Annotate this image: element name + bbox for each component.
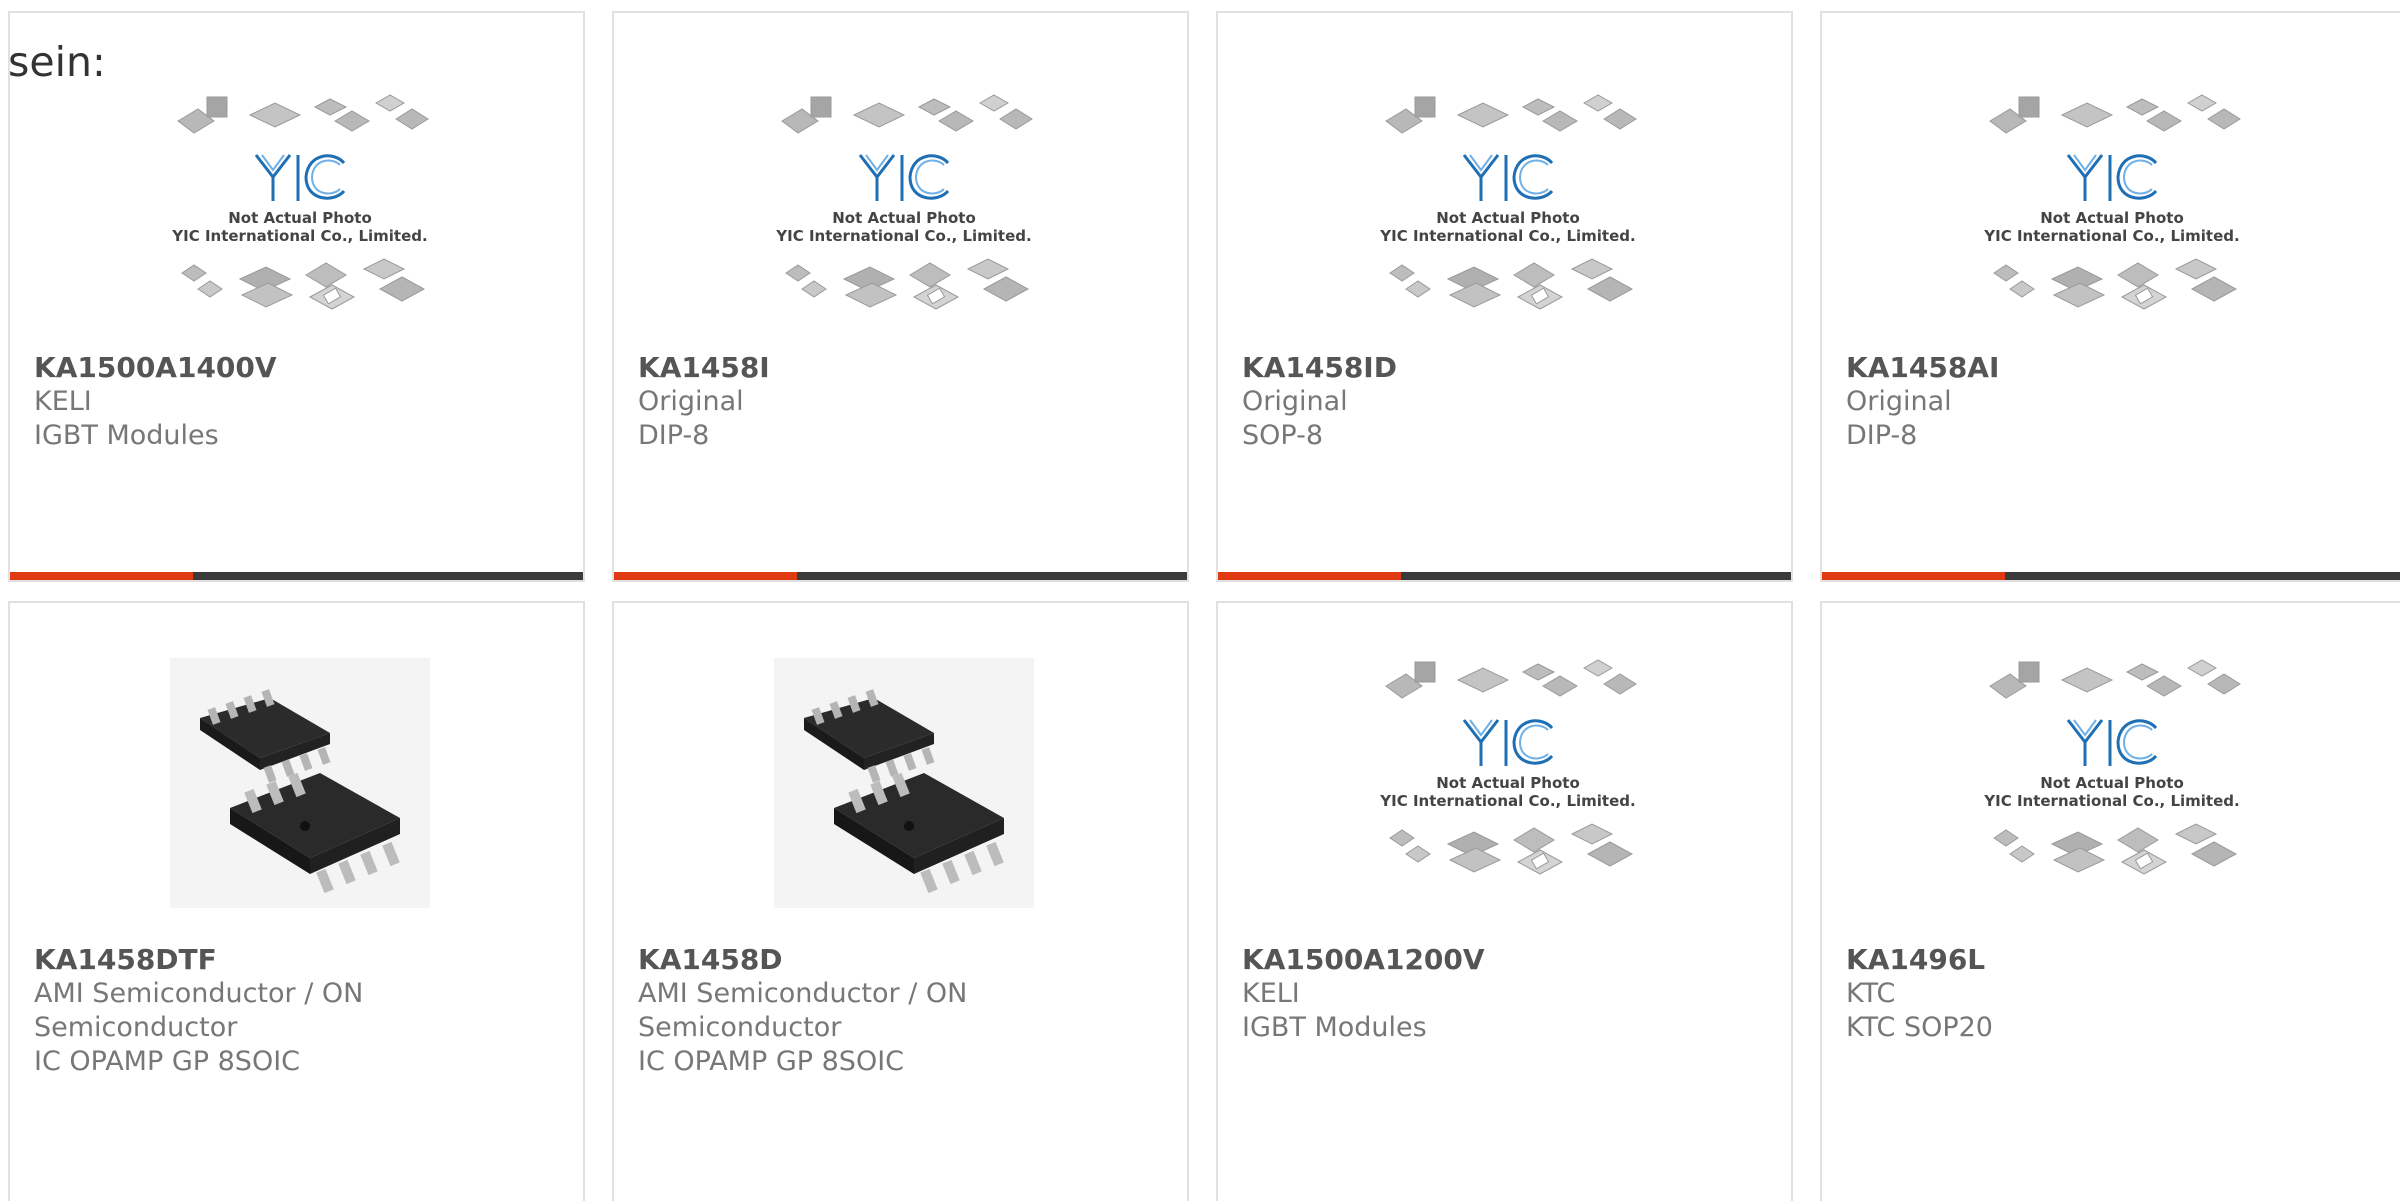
manufacturer: Original	[638, 386, 744, 417]
part-number-link[interactable]: KA1458ID	[1242, 351, 1771, 385]
placeholder-image-graphic: Not Actual Photo YIC International Co., …	[1983, 659, 2241, 875]
manufacturer: KELI	[34, 386, 92, 417]
placeholder-image-graphic: Not Actual Photo YIC International Co., …	[1379, 94, 1637, 310]
product-card[interactable]: Not Actual Photo YIC International Co., …	[1820, 601, 2400, 1201]
yic-logo	[1462, 154, 1554, 201]
card-bar-accent	[614, 572, 797, 580]
chip-icons-bottom	[1993, 823, 2238, 875]
chip-icons-top	[177, 94, 429, 134]
part-number-link[interactable]: KA1458I	[638, 351, 1167, 385]
product-photo-soic[interactable]	[170, 658, 430, 908]
product-placeholder-image[interactable]: Not Actual Photo YIC International Co., …	[1378, 658, 1638, 908]
placeholder-image-graphic: Not Actual Photo YIC International Co., …	[1983, 94, 2241, 310]
manufacturer: AMI Semiconductor / ON	[638, 978, 968, 1009]
placeholder-image-graphic: Not Actual Photo YIC International Co., …	[775, 94, 1033, 310]
chip-icons-top	[1385, 94, 1637, 134]
manufacturer-cont: Semiconductor	[34, 1012, 238, 1043]
part-number-link[interactable]: KA1500A1400V	[34, 351, 563, 385]
card-bar	[1822, 572, 2400, 580]
chip-icons-bottom	[785, 258, 1030, 310]
card-bar	[614, 572, 1187, 580]
placeholder-caption-2: YIC International Co., Limited.	[1379, 227, 1635, 245]
description: IC OPAMP GP 8SOIC	[638, 1046, 905, 1077]
manufacturer: KELI	[1242, 978, 1300, 1009]
product-card[interactable]: Not Actual Photo YIC International Co., …	[612, 11, 1189, 582]
product-placeholder-image[interactable]: Not Actual Photo YIC International Co., …	[1982, 658, 2242, 908]
part-number-link[interactable]: KA1496L	[1846, 943, 2380, 977]
manufacturer: Original	[1242, 386, 1348, 417]
placeholder-caption-1: Not Actual Photo	[2040, 209, 2184, 227]
placeholder-image-graphic: Not Actual Photo YIC International Co., …	[1379, 659, 1637, 875]
yic-logo	[858, 154, 950, 201]
product-placeholder-image[interactable]: Not Actual Photo YIC International Co., …	[1982, 93, 2242, 343]
description: IC OPAMP GP 8SOIC	[34, 1046, 301, 1077]
package: DIP-8	[1846, 420, 1918, 451]
intro-text: sein:	[8, 38, 106, 86]
chip-icons-bottom	[1389, 823, 1634, 875]
part-number-link[interactable]: KA1500A1200V	[1242, 943, 1771, 977]
part-number-link[interactable]: KA1458D	[638, 943, 1167, 977]
part-number-link[interactable]: KA1458DTF	[34, 943, 563, 977]
yic-logo	[1462, 719, 1554, 766]
soic-chip-photo	[774, 658, 1034, 908]
placeholder-caption-1: Not Actual Photo	[228, 209, 372, 227]
product-placeholder-image[interactable]: Not Actual Photo YIC International Co., …	[774, 93, 1034, 343]
yic-logo	[2066, 719, 2158, 766]
placeholder-caption-1: Not Actual Photo	[832, 209, 976, 227]
placeholder-caption-2: YIC International Co., Limited.	[171, 227, 427, 245]
package: KTC SOP20	[1846, 1012, 1993, 1043]
chip-icons-top	[1989, 94, 2241, 134]
yic-logo	[254, 154, 346, 201]
chip-icons-bottom	[1993, 258, 2238, 310]
manufacturer: AMI Semiconductor / ON	[34, 978, 364, 1009]
card-bar	[10, 572, 583, 580]
product-card[interactable]: KA1458DTF AMI Semiconductor / ON Semicon…	[8, 601, 585, 1201]
product-card[interactable]: KA1458D AMI Semiconductor / ON Semicondu…	[612, 601, 1189, 1201]
chip-icons-top	[781, 94, 1033, 134]
manufacturer: Original	[1846, 386, 1952, 417]
chip-icons-top	[1989, 659, 2241, 699]
product-placeholder-image[interactable]: Not Actual Photo YIC International Co., …	[170, 93, 430, 343]
product-card[interactable]: Not Actual Photo YIC International Co., …	[8, 11, 585, 582]
chip-icons-bottom	[1389, 258, 1634, 310]
card-bar-accent	[1218, 572, 1401, 580]
placeholder-caption-2: YIC International Co., Limited.	[1983, 792, 2239, 810]
manufacturer-cont: Semiconductor	[638, 1012, 842, 1043]
placeholder-caption-2: YIC International Co., Limited.	[775, 227, 1031, 245]
placeholder-image-graphic: Not Actual Photo YIC International Co., …	[171, 94, 429, 310]
chip-icons-bottom	[181, 258, 426, 310]
product-placeholder-image[interactable]: Not Actual Photo YIC International Co., …	[1378, 93, 1638, 343]
product-card[interactable]: Not Actual Photo YIC International Co., …	[1216, 11, 1793, 582]
product-card[interactable]: Not Actual Photo YIC International Co., …	[1216, 601, 1793, 1201]
placeholder-caption-1: Not Actual Photo	[1436, 774, 1580, 792]
package: DIP-8	[638, 420, 710, 451]
manufacturer: KTC	[1846, 978, 1896, 1009]
chip-icons-top	[1385, 659, 1637, 699]
product-photo-soic[interactable]	[774, 658, 1034, 908]
package: SOP-8	[1242, 420, 1323, 451]
placeholder-caption-2: YIC International Co., Limited.	[1983, 227, 2239, 245]
card-bar	[1218, 572, 1791, 580]
placeholder-caption-1: Not Actual Photo	[2040, 774, 2184, 792]
product-grid: Not Actual Photo YIC International Co., …	[0, 0, 2400, 1201]
part-number-link[interactable]: KA1458AI	[1846, 351, 2380, 385]
card-bar-accent	[1822, 572, 2005, 580]
placeholder-caption-1: Not Actual Photo	[1436, 209, 1580, 227]
placeholder-caption-2: YIC International Co., Limited.	[1379, 792, 1635, 810]
soic-chip-photo	[170, 658, 430, 908]
product-card[interactable]: Not Actual Photo YIC International Co., …	[1820, 11, 2400, 582]
description: IGBT Modules	[34, 420, 219, 451]
card-bar-accent	[10, 572, 193, 580]
yic-logo	[2066, 154, 2158, 201]
description: IGBT Modules	[1242, 1012, 1427, 1043]
